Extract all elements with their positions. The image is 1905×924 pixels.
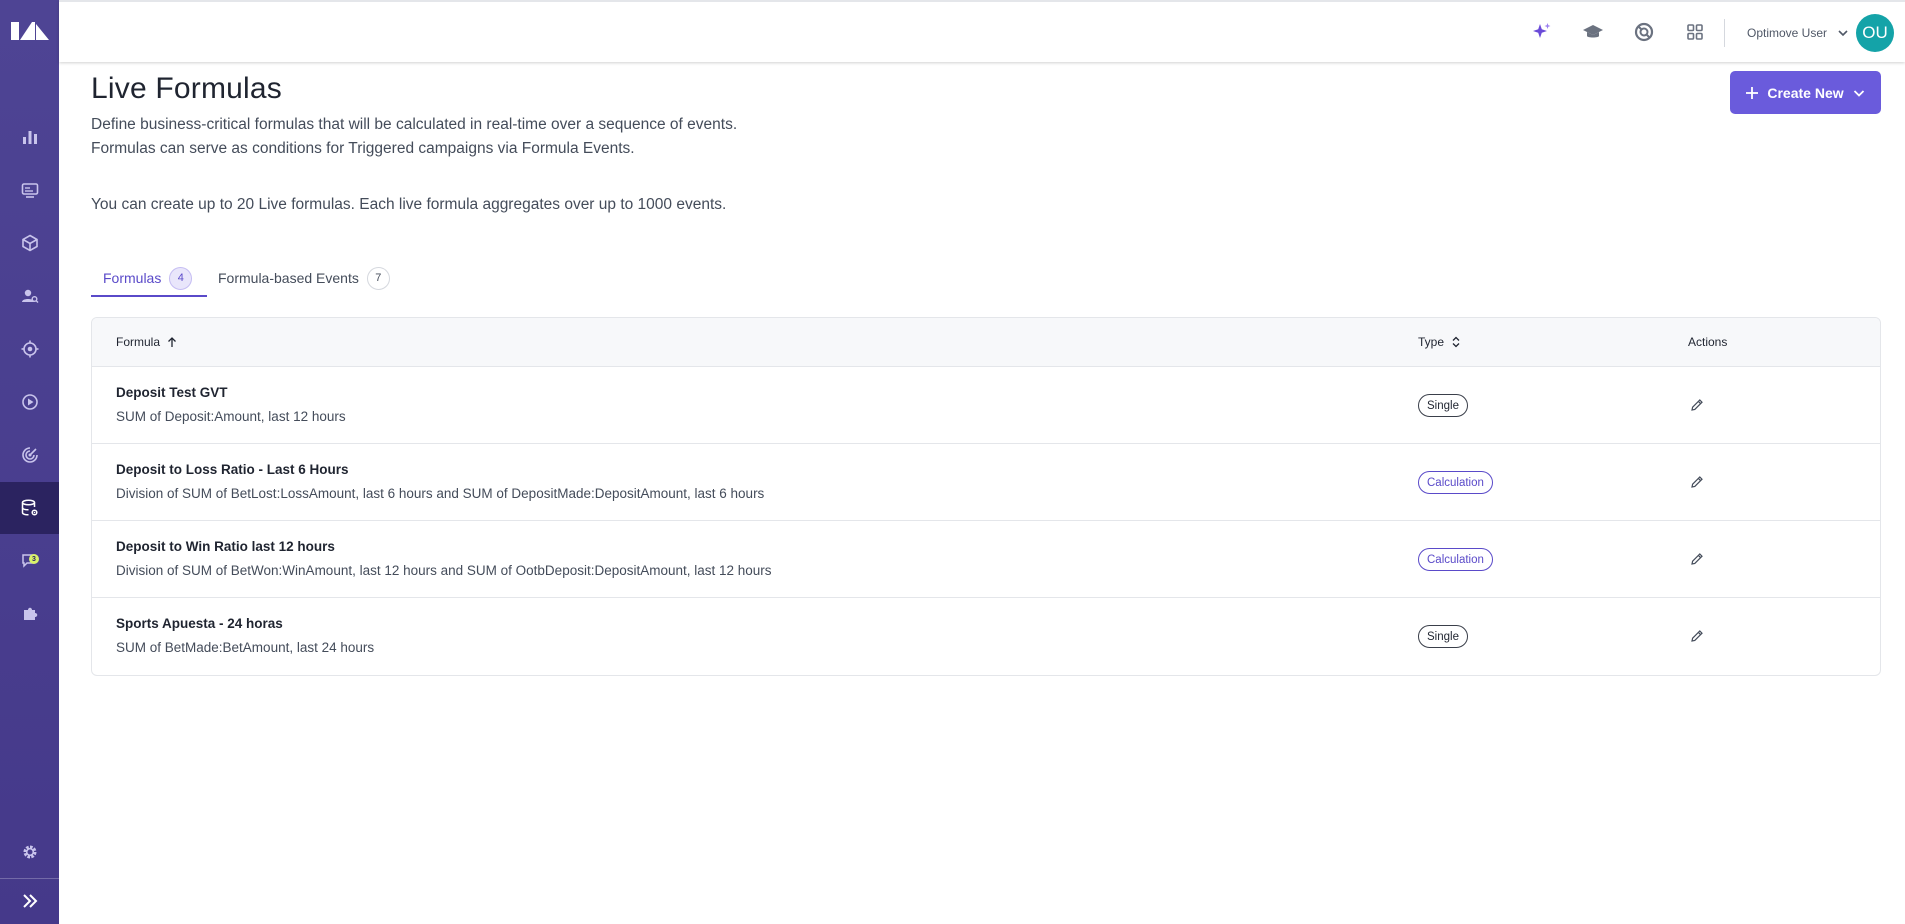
formula-description: SUM of BetMade:BetAmount, last 24 hours <box>116 640 375 655</box>
formula-name: Sports Apuesta - 24 horas <box>116 616 283 631</box>
database-settings-icon <box>21 499 38 516</box>
create-new-button[interactable]: Create New <box>1730 71 1881 114</box>
academy-button[interactable] <box>1582 21 1604 43</box>
formula-name: Deposit Test GVT <box>116 385 228 400</box>
plus-icon <box>1746 86 1759 99</box>
edit-button[interactable] <box>1688 473 1706 491</box>
radar-icon <box>21 447 38 463</box>
header-divider <box>1724 19 1725 47</box>
table-row[interactable]: Deposit to Win Ratio last 12 hours Divis… <box>92 521 1880 598</box>
user-search-icon <box>21 289 38 303</box>
formula-description: Division of SUM of BetLost:LossAmount, l… <box>116 486 765 501</box>
chevron-down-icon[interactable] <box>1837 27 1849 39</box>
column-header-type[interactable]: Type <box>1418 335 1462 349</box>
sidebar-item-data-settings[interactable] <box>0 482 59 534</box>
tab-events-count: 7 <box>366 266 390 290</box>
sidebar-item-integrations[interactable] <box>0 588 59 640</box>
table-row[interactable]: Deposit to Loss Ratio - Last 6 Hours Div… <box>92 444 1880 521</box>
formulas-table: Formula Type Actions Deposit Test GVT SU… <box>91 317 1881 676</box>
logo-icon <box>10 22 49 40</box>
optimove-logo[interactable] <box>0 0 59 62</box>
column-header-formula[interactable]: Formula <box>116 335 178 349</box>
notification-badge: 3 <box>29 554 39 564</box>
support-button[interactable] <box>1633 21 1655 43</box>
edit-button[interactable] <box>1688 396 1706 414</box>
type-badge: Single <box>1418 394 1468 417</box>
tab-formulas-count: 4 <box>169 266 193 290</box>
table-row[interactable]: Sports Apuesta - 24 horas SUM of BetMade… <box>92 598 1880 675</box>
target-icon <box>21 340 38 358</box>
type-badge: Single <box>1418 625 1468 648</box>
expand-icon <box>22 894 37 908</box>
column-header-actions: Actions <box>1688 335 1728 349</box>
cube-icon <box>21 234 38 252</box>
pencil-icon <box>1691 553 1703 565</box>
tab-events-label: Formula-based Events <box>218 270 359 286</box>
sidebar-item-tracking[interactable] <box>0 429 59 481</box>
formula-name: Deposit to Win Ratio last 12 hours <box>116 539 335 554</box>
sidebar: 3 <box>0 0 59 924</box>
support-icon <box>1634 22 1654 42</box>
bar-chart-icon <box>22 131 37 144</box>
create-new-label: Create New <box>1767 84 1844 101</box>
top-header: Optimove User OU <box>59 0 1905 62</box>
avatar[interactable]: OU <box>1856 14 1894 52</box>
page-description-line-2: Formulas can serve as conditions for Tri… <box>91 140 635 157</box>
sidebar-item-models[interactable] <box>0 217 59 269</box>
monitor-icon <box>21 183 38 198</box>
apps-button[interactable] <box>1684 21 1706 43</box>
sidebar-item-execution[interactable] <box>0 376 59 428</box>
table-header: Formula Type Actions <box>92 318 1880 367</box>
academy-icon <box>1583 25 1603 38</box>
tab-formula-based-events[interactable]: Formula-based Events 7 <box>218 258 390 298</box>
sidebar-item-targets[interactable] <box>0 323 59 375</box>
type-badge: Calculation <box>1418 548 1493 571</box>
sidebar-item-analytics[interactable] <box>0 111 59 163</box>
puzzle-icon <box>23 607 37 620</box>
pencil-icon <box>1691 476 1703 488</box>
sparkle-icon <box>1533 23 1551 38</box>
chevron-down-icon <box>1853 89 1864 97</box>
sort-ascending-icon <box>168 337 176 347</box>
edit-button[interactable] <box>1688 627 1706 645</box>
tab-formulas-label: Formulas <box>103 270 162 286</box>
active-tab-indicator <box>91 295 207 297</box>
sidebar-item-settings[interactable] <box>0 826 59 878</box>
ai-assistant-button[interactable] <box>1531 21 1553 43</box>
page-title: Live Formulas <box>91 72 282 105</box>
user-name[interactable]: Optimove User <box>1747 26 1827 40</box>
sort-toggle-icon <box>1452 336 1460 348</box>
table-row[interactable]: Deposit Test GVT SUM of Deposit:Amount, … <box>92 367 1880 444</box>
sidebar-item-messages[interactable]: 3 <box>0 535 59 587</box>
page-description-line-1: Define business-critical formulas that w… <box>91 116 738 133</box>
sidebar-item-customers[interactable] <box>0 270 59 322</box>
sidebar-expand-button[interactable] <box>0 878 59 924</box>
tab-formulas[interactable]: Formulas 4 <box>103 258 193 298</box>
apps-grid-icon <box>1687 24 1703 40</box>
play-icon <box>21 394 38 410</box>
type-badge: Calculation <box>1418 471 1493 494</box>
page-limit-note: You can create up to 20 Live formulas. E… <box>91 196 727 213</box>
gear-icon <box>23 845 36 859</box>
pencil-icon <box>1691 630 1703 642</box>
formula-name: Deposit to Loss Ratio - Last 6 Hours <box>116 462 349 477</box>
edit-button[interactable] <box>1688 550 1706 568</box>
formula-description: Division of SUM of BetWon:WinAmount, las… <box>116 563 772 578</box>
formula-description: SUM of Deposit:Amount, last 12 hours <box>116 409 346 424</box>
sidebar-item-campaigns[interactable] <box>0 164 59 216</box>
pencil-icon <box>1691 399 1703 411</box>
